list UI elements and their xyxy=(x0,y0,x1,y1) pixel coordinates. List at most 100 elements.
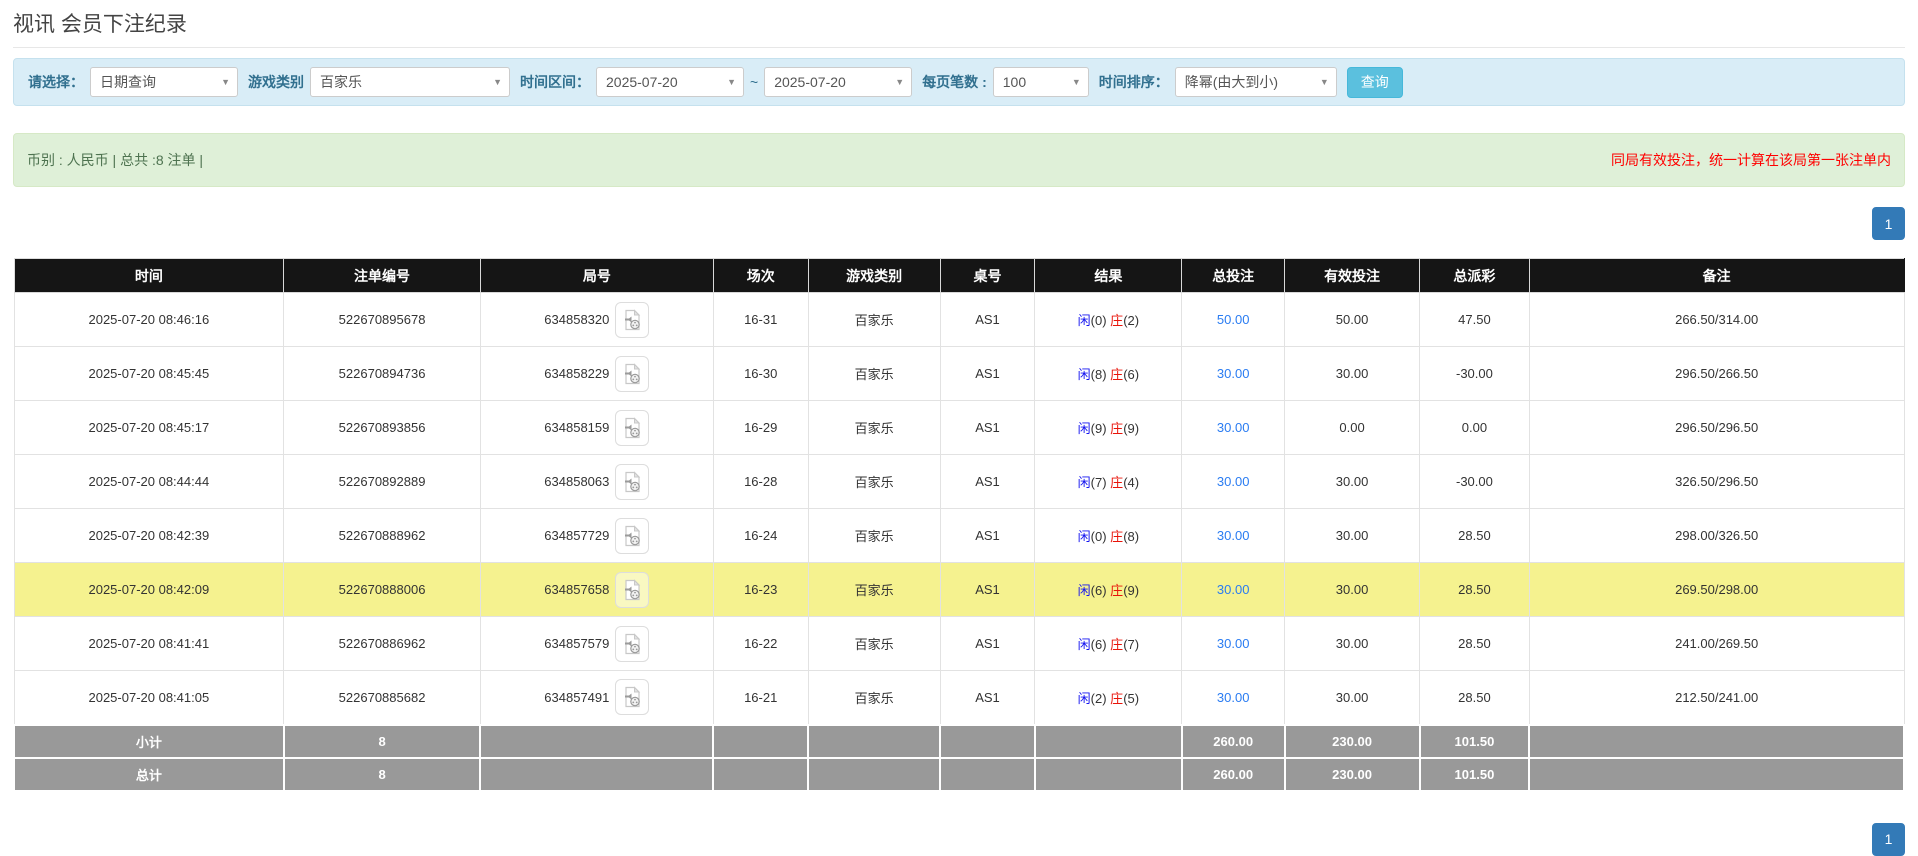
cell-total-bet: 30.00 xyxy=(1181,616,1286,671)
summary-bar: 币别 : 人民币 | 总共 :8 注单 | 同局有效投注，统一计算在该局第一张注… xyxy=(13,133,1905,187)
search-button[interactable]: 查询 xyxy=(1346,66,1403,98)
result-banker-score: (4) xyxy=(1123,475,1140,490)
summary-total-bet: 260.00 xyxy=(1180,756,1286,792)
query-type-select[interactable]: 日期查询 ▼ xyxy=(90,67,238,97)
video-replay-button[interactable] xyxy=(615,571,650,608)
column-header-6: 结果 xyxy=(1034,258,1183,293)
cell-bet-number: 522670886962 xyxy=(283,616,481,671)
table-header-row: 时间 注单编号 局号 场次 游戏类别 桌号 结果 总投注 有效投注 总派彩 备注 xyxy=(14,258,1905,293)
video-replay-button[interactable] xyxy=(615,463,650,500)
cell-table-number: AS1 xyxy=(939,670,1036,725)
chevron-down-icon: ▼ xyxy=(221,77,230,87)
table-row: 2025-07-20 08:42:39 522670888962 6348577… xyxy=(13,508,1905,563)
table-row: 2025-07-20 08:41:05 522670885682 6348574… xyxy=(13,670,1905,725)
video-file-icon xyxy=(625,578,641,600)
cell-round-number: 634858320 xyxy=(479,292,714,347)
time-range-label: 时间区间： xyxy=(520,74,590,90)
date-to-select[interactable]: 2025-07-20 ▼ xyxy=(764,67,913,97)
total-bet-link[interactable]: 30.00 xyxy=(1217,528,1250,543)
result-player-label: 闲 xyxy=(1077,313,1091,328)
cell-valid-bet: 50.00 xyxy=(1284,292,1421,347)
cell-result: 闲(8) 庄(6) xyxy=(1034,346,1183,401)
cell-round-number: 634858063 xyxy=(479,454,714,509)
result-banker-score: (9) xyxy=(1123,583,1140,598)
cell-payout: 28.50 xyxy=(1419,616,1530,671)
game-type-select[interactable]: 百家乐 ▼ xyxy=(310,67,510,97)
cell-bet-number: 522670894736 xyxy=(283,346,481,401)
cell-result: 闲(0) 庄(2) xyxy=(1034,292,1183,347)
video-file-icon xyxy=(625,470,641,492)
total-bet-link[interactable]: 30.00 xyxy=(1217,690,1250,705)
table-header: 时间 注单编号 局号 场次 游戏类别 桌号 结果 总投注 有效投注 总派彩 备注 xyxy=(14,258,1905,293)
column-header-1: 注单编号 xyxy=(283,258,481,293)
result-player-score: (9) xyxy=(1090,421,1107,436)
select-type-label: 请选择： xyxy=(28,74,84,90)
game-type-value: 百家乐 xyxy=(320,74,362,90)
cell-valid-bet: 30.00 xyxy=(1284,562,1421,617)
video-replay-button[interactable] xyxy=(615,517,650,554)
result-player-label: 闲 xyxy=(1077,475,1091,490)
cell-time: 2025-07-20 08:41:41 xyxy=(13,616,285,671)
video-file-icon xyxy=(625,362,641,384)
cell-bet-number: 522670892889 xyxy=(283,454,481,509)
column-header-5: 桌号 xyxy=(940,258,1036,293)
summary-row: 小计 8 260.00 230.00 101.50 xyxy=(13,723,1905,759)
result-banker-score: (6) xyxy=(1123,367,1140,382)
summary-row: 总计 8 260.00 230.00 101.50 xyxy=(13,756,1905,792)
page-1-button[interactable]: 1 xyxy=(1872,207,1905,240)
result-player-score: (6) xyxy=(1090,637,1107,652)
result-banker-label: 庄 xyxy=(1110,421,1124,436)
round-number-text: 634858063 xyxy=(544,474,610,489)
cell-session: 16-21 xyxy=(712,670,809,725)
date-from-select[interactable]: 2025-07-20 ▼ xyxy=(596,67,744,97)
cell-table-number: AS1 xyxy=(939,616,1036,671)
cell-payout: 28.50 xyxy=(1419,670,1530,725)
result-player-score: (2) xyxy=(1090,690,1107,706)
table-row: 2025-07-20 08:45:45 522670894736 6348582… xyxy=(13,346,1905,401)
column-header-2: 局号 xyxy=(480,258,714,293)
total-bet-link[interactable]: 30.00 xyxy=(1217,636,1250,651)
cell-result: 闲(0) 庄(8) xyxy=(1034,508,1183,563)
page-title: 视讯 会员下注纪录 xyxy=(13,13,187,36)
result-banker-score: (7) xyxy=(1123,637,1140,652)
cell-result: 闲(2) 庄(5) xyxy=(1034,670,1183,725)
video-file-icon xyxy=(625,308,641,330)
video-replay-button[interactable] xyxy=(615,625,650,662)
round-number-text: 634857729 xyxy=(544,528,610,543)
cell-valid-bet: 30.00 xyxy=(1284,616,1421,671)
page-size-value: 100 xyxy=(1002,74,1027,90)
cell-result: 闲(9) 庄(9) xyxy=(1034,400,1183,455)
cell-remark: 296.50/266.50 xyxy=(1528,346,1905,401)
video-replay-button[interactable] xyxy=(615,409,650,446)
result-player-score: (6) xyxy=(1090,583,1107,598)
chevron-down-icon: ▼ xyxy=(1071,77,1081,87)
currency-total-text: 币别 : 人民币 | 总共 :8 注单 | xyxy=(27,152,204,168)
cell-valid-bet: 0.00 xyxy=(1284,400,1421,455)
result-player-score: (0) xyxy=(1090,529,1107,544)
cell-session: 16-29 xyxy=(712,400,809,455)
total-bet-link[interactable]: 30.00 xyxy=(1217,582,1250,597)
cell-payout: 47.50 xyxy=(1419,292,1530,347)
cell-valid-bet: 30.00 xyxy=(1284,346,1421,401)
video-replay-button[interactable] xyxy=(615,355,650,392)
video-replay-button[interactable] xyxy=(615,301,650,338)
summary-payout: 101.50 xyxy=(1418,723,1531,759)
cell-game-type: 百家乐 xyxy=(807,670,941,725)
result-banker-label: 庄 xyxy=(1110,690,1124,706)
total-bet-link[interactable]: 30.00 xyxy=(1217,420,1250,435)
cell-bet-number: 522670895678 xyxy=(283,292,481,347)
round-number-text: 634858229 xyxy=(544,366,610,381)
cell-valid-bet: 30.00 xyxy=(1284,454,1421,509)
total-bet-link[interactable]: 30.00 xyxy=(1217,474,1250,489)
table-footer: 小计 8 260.00 230.00 101.50 总计 8 260.00 23… xyxy=(13,723,1905,792)
total-bet-link[interactable]: 50.00 xyxy=(1217,312,1250,327)
total-bet-link[interactable]: 30.00 xyxy=(1217,366,1250,381)
table-body: 2025-07-20 08:46:16 522670895678 6348583… xyxy=(13,292,1905,725)
cell-time: 2025-07-20 08:45:45 xyxy=(13,346,285,401)
page-1-button[interactable]: 1 xyxy=(1872,822,1905,856)
video-replay-button[interactable] xyxy=(615,679,650,716)
page-size-select[interactable]: 100 ▼ xyxy=(992,67,1089,97)
cell-table-number: AS1 xyxy=(939,508,1036,563)
cell-game-type: 百家乐 xyxy=(807,292,941,347)
sort-select[interactable]: 降幂(由大到小) ▼ xyxy=(1174,67,1337,97)
